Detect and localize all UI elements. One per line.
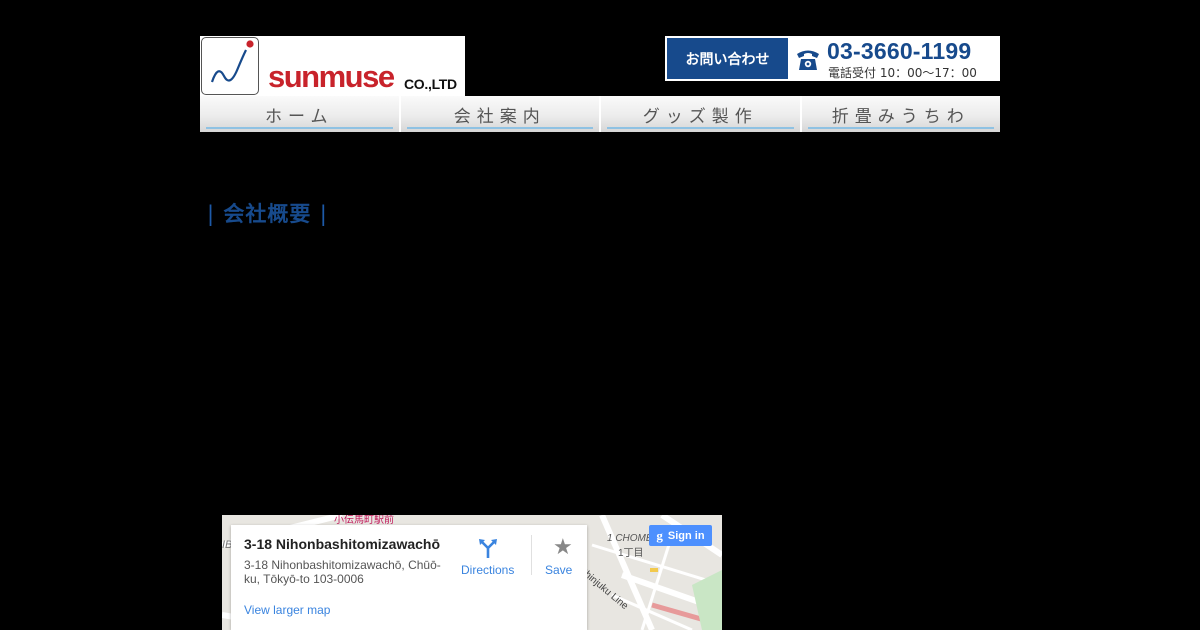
place-card: 3-18 Nihonbashitomizawachō 3-18 Nihonbas…	[231, 525, 587, 630]
contact-button[interactable]: お問い合わせ	[667, 38, 788, 79]
contact-block: お問い合わせ 03-3660-1199 電話受付 10：00〜17：00	[665, 36, 1000, 81]
sign-in-button[interactable]: g Sign in	[649, 525, 712, 546]
card-divider	[531, 535, 532, 575]
directions-icon[interactable]	[477, 537, 499, 559]
title-bar-right: |	[319, 202, 328, 226]
nav-item-company[interactable]: 会社案内	[400, 96, 601, 132]
nav-item-goods[interactable]: グッズ製作	[601, 96, 802, 132]
logo-suffix: CO.,LTD	[404, 76, 457, 92]
logo-mark-icon	[201, 37, 259, 95]
map-label-chome-jp: 1丁目	[618, 548, 644, 559]
phone-number[interactable]: 03-3660-1199	[827, 38, 971, 65]
logo-wordmark: sunmuse	[268, 59, 395, 94]
place-title: 3-18 Nihonbashitomizawachō	[244, 536, 441, 552]
section-title-text: 会社概要	[223, 202, 312, 226]
nav-item-folding-fan[interactable]: 折畳みうちわ	[801, 96, 1000, 132]
map-label-chome: 1 CHOME	[607, 533, 653, 544]
main-nav: ホーム 会社案内 グッズ製作 折畳みうちわ	[200, 96, 1000, 132]
company-logo[interactable]: sunmuse CO.,LTD	[200, 36, 465, 96]
directions-button[interactable]: Directions	[461, 563, 514, 577]
view-larger-map-link[interactable]: View larger map	[244, 603, 330, 617]
google-g-icon: g	[656, 527, 663, 543]
section-title: | 会社概要 |	[207, 198, 328, 228]
sign-in-label: Sign in	[667, 529, 705, 542]
phone-hours: 電話受付 10：00〜17：00	[828, 66, 977, 80]
phone-icon	[797, 50, 819, 70]
google-map-embed[interactable]: 小伝馬町駅前 IB 1 CHOME 1丁目 Shinjuku Line 3-18…	[222, 515, 722, 630]
title-bar-left: |	[207, 202, 216, 226]
star-icon[interactable]: ★	[553, 535, 573, 559]
save-button[interactable]: Save	[545, 563, 572, 577]
place-address: 3-18 Nihonbashitomizawachō, Chūō-ku, Tōk…	[244, 558, 441, 586]
nav-item-home[interactable]: ホーム	[200, 96, 401, 132]
